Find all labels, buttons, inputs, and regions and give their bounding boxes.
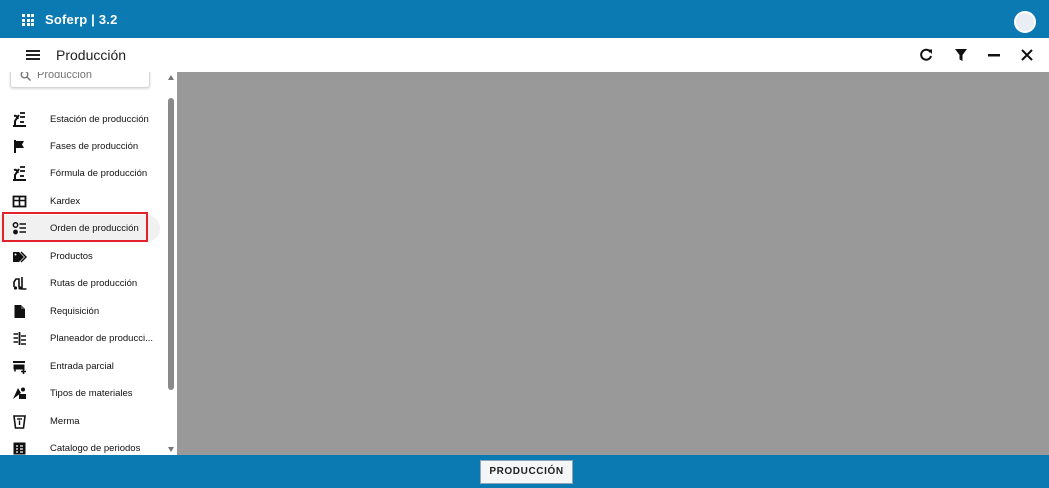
selection-highlight-box bbox=[2, 212, 148, 242]
sidebar-item-label: Kardex bbox=[50, 196, 81, 207]
sidebar-item-kardex[interactable]: Kardex bbox=[0, 188, 160, 215]
sidebar-item-label: Merma bbox=[50, 416, 80, 427]
sidebar-nav: Estación de producción Fases de producci… bbox=[0, 72, 177, 455]
scroll-down-arrow-icon[interactable] bbox=[168, 447, 174, 452]
sidebar-item-label: Fórmula de producción bbox=[50, 168, 148, 179]
main-content-area bbox=[177, 72, 1049, 455]
cultivation-icon bbox=[12, 166, 27, 181]
filter-icon[interactable] bbox=[953, 47, 969, 63]
sidebar-item-label: Requisición bbox=[50, 306, 100, 317]
sidebar-item-label: Planeador de producci... bbox=[50, 333, 153, 344]
sidebar-item-label: Productos bbox=[50, 251, 93, 262]
module-header: Producción bbox=[0, 38, 1049, 72]
sidebar-item-label: Catalogo de periodos bbox=[50, 443, 141, 454]
produccion-button[interactable]: PRODUCCIÓN bbox=[480, 460, 573, 484]
table-icon bbox=[12, 194, 27, 209]
top-app-bar: Soferp | 3.2 bbox=[0, 0, 1049, 38]
refresh-icon[interactable] bbox=[918, 47, 934, 63]
materials-icon bbox=[12, 386, 27, 401]
sidebar-item-label: Rutas de producción bbox=[50, 278, 138, 289]
catalog-icon bbox=[12, 441, 27, 455]
apps-grid-icon[interactable] bbox=[22, 14, 34, 26]
footer-bar: PRODUCCIÓN bbox=[0, 455, 1049, 488]
sidebar-item-estacion-de-produccion[interactable]: Estación de producción bbox=[0, 106, 160, 133]
sidebar-scrollbar[interactable] bbox=[165, 72, 177, 455]
sidebar-item-merma[interactable]: Merma bbox=[0, 408, 160, 435]
sidebar-item-fases-de-produccion[interactable]: Fases de producción bbox=[0, 133, 160, 160]
close-icon[interactable] bbox=[1019, 47, 1035, 63]
sidebar-item-formula-de-produccion[interactable]: Fórmula de producción bbox=[0, 160, 160, 187]
planner-icon bbox=[12, 331, 27, 346]
avatar[interactable] bbox=[1014, 11, 1036, 33]
scrollbar-thumb[interactable] bbox=[168, 98, 174, 390]
minimize-icon[interactable] bbox=[986, 47, 1002, 63]
sidebar-item-tipos-de-materiales[interactable]: Tipos de materiales bbox=[0, 380, 160, 407]
sidebar-item-requisicion[interactable]: Requisición bbox=[0, 298, 160, 325]
scroll-up-arrow-icon[interactable] bbox=[168, 75, 174, 80]
sidebar-item-label: Tipos de materiales bbox=[50, 388, 133, 399]
hamburger-menu-icon[interactable] bbox=[26, 50, 40, 60]
page-title: Producción bbox=[56, 47, 127, 63]
cultivation-icon bbox=[12, 112, 27, 127]
search-icon bbox=[20, 72, 32, 82]
sidebar-item-productos[interactable]: Productos bbox=[0, 243, 160, 270]
search-input[interactable] bbox=[37, 72, 145, 84]
tags-icon bbox=[12, 249, 28, 264]
sidebar-item-catalogo-de-periodos[interactable]: Catalogo de periodos bbox=[0, 435, 160, 455]
sidebar-item-entrada-parcial[interactable]: Entrada parcial bbox=[0, 353, 160, 380]
flag-icon bbox=[12, 139, 27, 154]
forklift-icon bbox=[12, 276, 27, 291]
cart-add-icon bbox=[12, 359, 27, 374]
sidebar-item-label: Fases de producción bbox=[50, 141, 139, 152]
waste-bin-icon bbox=[12, 414, 27, 429]
sidebar-item-rutas-de-produccion[interactable]: Rutas de producción bbox=[0, 270, 160, 297]
sidebar-item-planeador-de-produccion[interactable]: Planeador de producci... bbox=[0, 325, 160, 352]
document-icon bbox=[12, 304, 27, 319]
app-title: Soferp | 3.2 bbox=[45, 12, 118, 27]
sidebar-item-label: Entrada parcial bbox=[50, 361, 114, 372]
search-box bbox=[10, 72, 150, 88]
sidebar-item-label: Estación de producción bbox=[50, 114, 149, 125]
